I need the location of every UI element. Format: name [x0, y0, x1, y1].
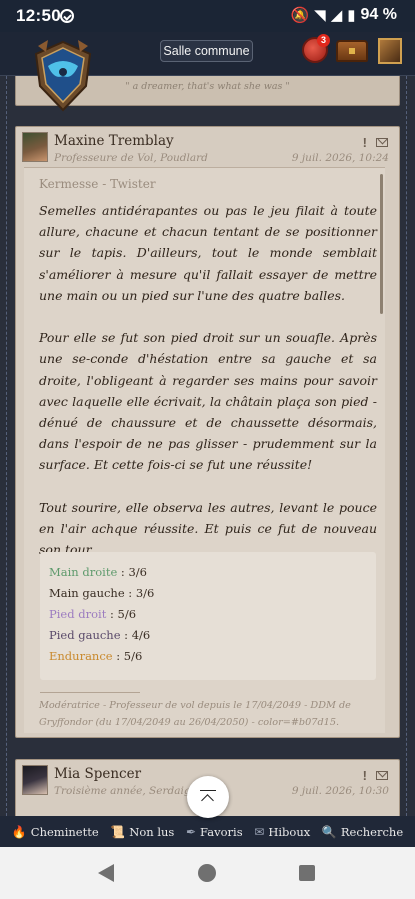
- feather-icon: ✒: [185, 824, 197, 839]
- report-icon[interactable]: !: [363, 135, 367, 150]
- treasure-chest-icon[interactable]: [336, 40, 368, 62]
- post-date: 9 juil. 2026, 10:30: [291, 785, 389, 797]
- avatar[interactable]: [22, 132, 48, 162]
- nav-label: Cheminette: [30, 824, 99, 839]
- topic-content[interactable]: " a dreamer, that's what she was " Maxin…: [0, 76, 415, 816]
- post-scrollbar[interactable]: [380, 174, 383, 314]
- stat-label-pied-gauche: Pied gauche: [49, 628, 121, 642]
- house-crest-icon[interactable]: [28, 36, 98, 114]
- post-paragraph: Tout sourire, elle observa les autres, l…: [39, 499, 377, 558]
- avatar[interactable]: [22, 765, 48, 795]
- search-icon: 🔍: [321, 824, 337, 839]
- nav-label: Favoris: [200, 824, 243, 839]
- stat-line: Main droite : 3/6: [49, 565, 147, 579]
- stat-line: Pied gauche : 4/6: [49, 628, 150, 642]
- stat-label-main-gauche: Main gauche: [49, 586, 125, 600]
- portrait-frame-icon[interactable]: [378, 38, 402, 64]
- back-icon[interactable]: [98, 864, 114, 882]
- author-role: Professeure de Vol, Poudlard: [54, 152, 208, 164]
- post-body: Kermesse - Twister Semelles antidérapant…: [24, 167, 385, 733]
- status-time: 12:50: [16, 6, 61, 25]
- scroll-icon: 📜: [110, 824, 126, 839]
- wifi-icon: ◥: [314, 7, 326, 24]
- mute-icon: 🔕: [290, 7, 310, 24]
- author-role: Troisième année, Serdaigle: [54, 785, 201, 797]
- scroll-to-top-button[interactable]: [187, 776, 229, 818]
- home-icon[interactable]: [198, 864, 216, 882]
- nav-cheminette[interactable]: 🔥 Cheminette: [12, 825, 99, 839]
- stat-value: : 4/6: [120, 628, 151, 642]
- report-icon[interactable]: !: [363, 768, 367, 783]
- nav-label: Hiboux: [268, 824, 311, 839]
- post-paragraph: Pour elle se fut son pied droit sur un s…: [39, 330, 377, 473]
- stat-value: : 5/6: [112, 649, 143, 663]
- notification-badge: 3: [317, 34, 330, 47]
- stat-value: : 3/6: [124, 586, 155, 600]
- stat-line: Main gauche : 3/6: [49, 586, 154, 600]
- android-nav-bar: [0, 847, 415, 899]
- signature-divider: [40, 692, 140, 693]
- sync-check-icon: [60, 9, 74, 23]
- stat-label-pied-droit: Pied droit: [49, 607, 107, 621]
- stat-line: Endurance : 5/6: [49, 649, 142, 663]
- author-name[interactable]: Maxine Tremblay: [54, 133, 174, 149]
- post-signature: Modératrice - Professeur de vol depuis l…: [39, 700, 351, 728]
- envelope-icon: ✉: [254, 824, 265, 839]
- nav-label: Non lus: [129, 824, 175, 839]
- post-title: Kermesse - Twister: [39, 177, 156, 191]
- mail-icon[interactable]: [376, 771, 388, 780]
- author-name[interactable]: Mia Spencer: [54, 766, 141, 782]
- nav-favoris[interactable]: ✒ Favoris: [186, 825, 243, 839]
- post-paragraph: Semelles antidérapantes ou pas le jeu fi…: [39, 203, 377, 303]
- flame-icon: 🔥: [11, 824, 27, 839]
- nav-label: Recherche: [340, 824, 404, 839]
- signal-icon: ◢: [330, 7, 343, 24]
- stat-value: : 5/6: [106, 607, 137, 621]
- nav-recherche[interactable]: 🔍 Recherche: [322, 825, 403, 839]
- post: Maxine Tremblay Professeure de Vol, Poud…: [15, 126, 400, 738]
- nav-hiboux[interactable]: ✉ Hiboux: [254, 825, 310, 839]
- stats-box: Main droite : 3/6 Main gauche : 3/6 Pied…: [40, 552, 376, 680]
- battery-percent: 94 %: [360, 6, 397, 23]
- stat-line: Pied droit : 5/6: [49, 607, 136, 621]
- post-header: Maxine Tremblay Professeure de Vol, Poud…: [16, 127, 399, 167]
- common-room-button[interactable]: Salle commune: [160, 40, 253, 62]
- stat-label-endurance: Endurance: [49, 649, 113, 663]
- status-bar: 12:50 🔕 ◥ ◢ ▮ 94 %: [0, 0, 415, 32]
- battery-icon: ▮: [347, 7, 356, 24]
- mail-icon[interactable]: [376, 138, 388, 147]
- recents-icon[interactable]: [299, 865, 315, 881]
- post-date: 9 juil. 2026, 10:24: [291, 152, 389, 164]
- nav-non-lus[interactable]: 📜 Non lus: [110, 825, 174, 839]
- right-rail: [406, 76, 409, 816]
- bottom-nav: 🔥 Cheminette 📜 Non lus ✒ Favoris ✉ Hiboux 🔍 R…: [0, 816, 415, 847]
- stat-label-main-droite: Main droite: [49, 565, 118, 579]
- left-rail: [6, 76, 9, 816]
- post-text: Semelles antidérapantes ou pas le jeu fi…: [39, 200, 377, 582]
- stat-value: : 3/6: [117, 565, 147, 579]
- status-icons: 🔕 ◥ ◢ ▮ 94 %: [290, 6, 397, 24]
